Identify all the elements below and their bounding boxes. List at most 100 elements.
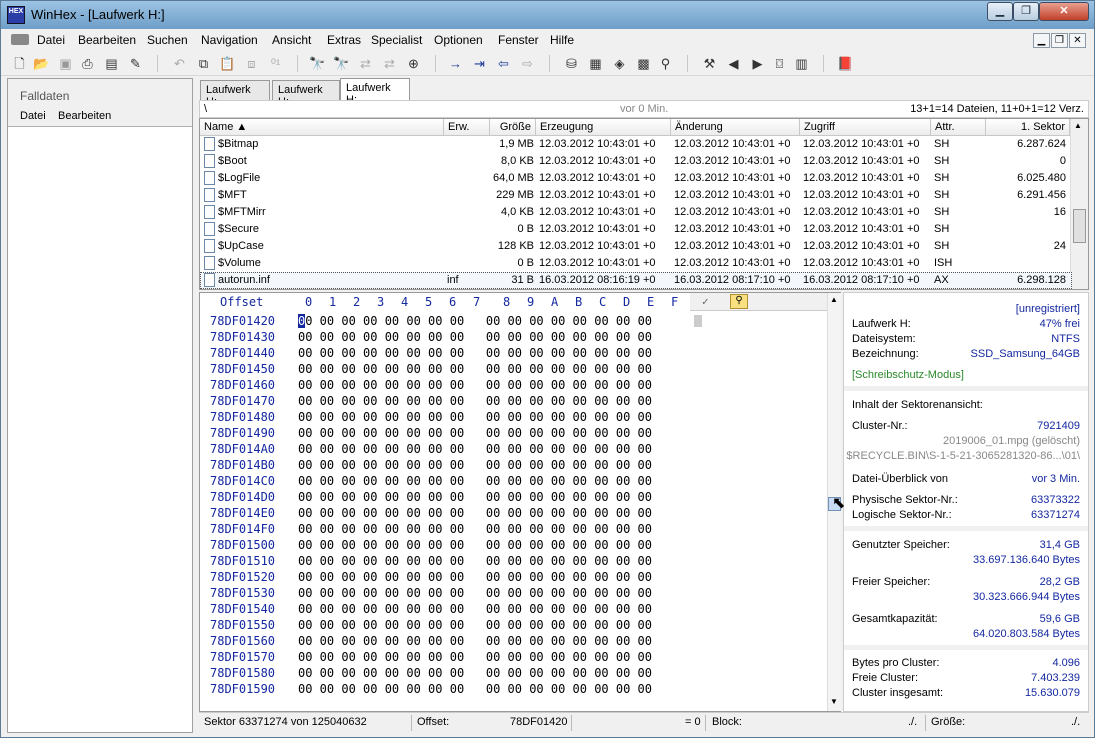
search-icon[interactable]: ⚲ [730, 294, 748, 309]
hex-bytes-row[interactable]: 00 00 00 00 00 00 00 00 00 00 00 00 00 0… [298, 378, 652, 392]
scroll-thumb[interactable] [1073, 209, 1086, 243]
menu-navigation[interactable]: Navigation [201, 33, 258, 47]
file-row[interactable]: autorun.inf inf 31 B 16.03.2012 08:16:19 +0… [200, 272, 1072, 289]
tab-laufwerk-h-2[interactable]: Laufwerk H: [272, 80, 340, 108]
file-row[interactable]: $LogFile 64,0 MB 12.03.2012 10:43:01 +0 12.… [200, 170, 1072, 187]
case-menu-bearbeiten[interactable]: Bearbeiten [58, 110, 111, 122]
hex-bytes-row[interactable]: 00 00 00 00 00 00 00 00 00 00 00 00 00 0… [298, 458, 652, 472]
ram-icon[interactable]: ▦ [587, 55, 604, 72]
hex-bytes-row[interactable]: 00 00 00 00 00 00 00 00 00 00 00 00 00 0… [298, 346, 652, 360]
forward-icon[interactable]: ⇨ [519, 55, 536, 72]
paste-special-icon[interactable]: ⧈ [243, 55, 260, 72]
goto-offset-icon[interactable]: → [447, 55, 464, 72]
hex-bytes-row[interactable]: 00 00 00 00 00 00 00 00 00 00 00 00 00 0… [298, 410, 652, 424]
mdi-minimize-button[interactable]: ▁ [1033, 33, 1050, 48]
hex-bytes-row[interactable]: 00 00 00 00 00 00 00 00 00 00 00 00 00 0… [298, 650, 652, 664]
hex-bytes-row[interactable]: 00 00 00 00 00 00 00 00 00 00 00 00 00 0… [298, 618, 652, 632]
camera-icon[interactable]: ⌼ [771, 55, 788, 72]
calculator-icon[interactable]: ▩ [635, 55, 652, 72]
file-row[interactable]: $MFTMirr 4,0 KB 12.03.2012 10:43:01 +0 12.0… [200, 204, 1072, 221]
hex-bytes-row[interactable]: 00 00 00 00 00 00 00 00 00 00 00 00 00 0… [298, 490, 652, 504]
scroll-down-icon[interactable]: ▼ [830, 697, 838, 706]
hex-bytes-row[interactable]: 00 00 00 00 00 00 00 00 00 00 00 00 00 0… [298, 666, 652, 680]
minimize-button[interactable]: ▁ [987, 2, 1013, 21]
column-ext[interactable]: Erw. [444, 119, 490, 136]
tab-laufwerk-h-active[interactable]: Laufwerk H: [340, 78, 410, 106]
directory-browser-icon[interactable]: ▥ [793, 55, 810, 72]
menu-optionen[interactable]: Optionen [434, 33, 483, 47]
new-file-icon[interactable]: 🗋 [11, 55, 28, 72]
hex-bytes-row[interactable]: 00 00 00 00 00 00 00 00 00 00 00 00 00 0… [298, 522, 652, 536]
previous-icon[interactable]: ◀ [725, 55, 742, 72]
menu-fenster[interactable]: Fenster [498, 33, 539, 47]
menu-extras[interactable]: Extras [327, 33, 361, 47]
next-icon[interactable]: ▶ [749, 55, 766, 72]
find-text-icon[interactable]: 🔭 [309, 55, 326, 72]
hex-bytes-row[interactable]: 00 00 00 00 00 00 00 00 00 00 00 00 00 0… [298, 554, 652, 568]
title-bar[interactable]: HEX WinHex - [Laufwerk H:] ▁ ❐ ✕ [1, 1, 1094, 29]
scroll-up-icon[interactable]: ▲ [830, 295, 838, 304]
undo-icon[interactable]: ↶ [171, 55, 188, 72]
hex-bytes-row[interactable]: 00 00 00 00 00 00 00 00 00 00 00 00 00 0… [298, 330, 652, 344]
menu-bearbeiten[interactable]: Bearbeiten [78, 33, 136, 47]
open-folder-icon[interactable]: 📂 [33, 55, 50, 72]
hex-bytes-row[interactable]: 00 00 00 00 00 00 00 00 00 00 00 00 00 0… [298, 506, 652, 520]
file-row[interactable]: $Volume 0 B 12.03.2012 10:43:01 +0 12.03.20… [200, 255, 1072, 272]
hex-bytes-row[interactable]: 00 00 00 00 00 00 00 00 00 00 00 00 00 0… [298, 442, 652, 456]
search-icon[interactable]: ⚲ [657, 55, 674, 72]
column-accessed[interactable]: Zugriff [800, 119, 931, 136]
column-name[interactable]: Name ▲ [200, 119, 444, 136]
properties-icon[interactable]: ▤ [103, 55, 120, 72]
file-list-scrollbar[interactable]: ▲ [1070, 119, 1088, 289]
back-icon[interactable]: ⇦ [495, 55, 512, 72]
column-size[interactable]: Größe [490, 119, 536, 136]
hex-bytes-row[interactable]: 00 00 00 00 00 00 00 00 00 00 00 00 00 0… [298, 474, 652, 488]
menu-suchen[interactable]: Suchen [147, 33, 188, 47]
menu-specialist[interactable]: Specialist [371, 33, 422, 47]
replace-hex-icon[interactable]: ⇄ [381, 55, 398, 72]
tab-laufwerk-h-1[interactable]: Laufwerk H: [200, 80, 270, 108]
replace-text-icon[interactable]: ⇄ [357, 55, 374, 72]
column-attr[interactable]: Attr. [931, 119, 986, 136]
binary-icon[interactable]: ⁰¹ [267, 55, 284, 72]
case-menu-datei[interactable]: Datei [20, 110, 46, 122]
hex-bytes-row[interactable]: 00 00 00 00 00 00 00 00 00 00 00 00 00 0… [298, 314, 652, 328]
menu-datei[interactable]: Datei [37, 33, 65, 47]
maximize-button[interactable]: ❐ [1013, 2, 1039, 21]
copy-icon[interactable]: ⧉ [195, 55, 212, 72]
file-row[interactable]: $Boot 8,0 KB 12.03.2012 10:43:01 +0 12.03.2… [200, 153, 1072, 170]
mdi-close-button[interactable]: ✕ [1069, 33, 1086, 48]
column-modified[interactable]: Änderung [671, 119, 800, 136]
hex-bytes-row[interactable]: 00 00 00 00 00 00 00 00 00 00 00 00 00 0… [298, 634, 652, 648]
disk-icon[interactable]: ⛁ [563, 55, 580, 72]
file-row[interactable]: $MFT 229 MB 12.03.2012 10:43:01 +0 12.03.20… [200, 187, 1072, 204]
hex-bytes-row[interactable]: 00 00 00 00 00 00 00 00 00 00 00 00 00 0… [298, 570, 652, 584]
file-row[interactable]: $Bitmap 1,9 MB 12.03.2012 10:43:01 +0 12.03… [200, 136, 1072, 153]
help-book-icon[interactable]: 📕 [837, 55, 854, 72]
column-created[interactable]: Erzeugung [536, 119, 671, 136]
hex-bytes-row[interactable]: 00 00 00 00 00 00 00 00 00 00 00 00 00 0… [298, 586, 652, 600]
tools-icon[interactable]: ⚒ [701, 55, 718, 72]
goto-sector-icon[interactable]: ⇥ [471, 55, 488, 72]
column-first-sector[interactable]: 1. Sektor [986, 119, 1070, 136]
find-hex-icon[interactable]: 🔭 [333, 55, 350, 72]
drive-image-icon[interactable]: ◈ [611, 55, 628, 72]
hex-bytes-row[interactable]: 00 00 00 00 00 00 00 00 00 00 00 00 00 0… [298, 682, 652, 696]
edit-icon[interactable]: ✎ [127, 55, 144, 72]
hex-bytes-row[interactable]: 00 00 00 00 00 00 00 00 00 00 00 00 00 0… [298, 602, 652, 616]
file-row[interactable]: $Secure 0 B 12.03.2012 10:43:01 +0 12.03.20… [200, 221, 1072, 238]
menu-ansicht[interactable]: Ansicht [272, 33, 311, 47]
file-row[interactable]: $UpCase 128 KB 12.03.2012 10:43:01 +0 12.03… [200, 238, 1072, 255]
mdi-restore-button[interactable]: ❐ [1051, 33, 1068, 48]
hex-bytes-row[interactable]: 00 00 00 00 00 00 00 00 00 00 00 00 00 0… [298, 426, 652, 440]
hex-bytes-row[interactable]: 00 00 00 00 00 00 00 00 00 00 00 00 00 0… [298, 362, 652, 376]
print-icon[interactable]: ⎙ [79, 55, 96, 72]
scroll-up-icon[interactable]: ▲ [1074, 121, 1082, 130]
save-icon[interactable]: ▣ [57, 55, 74, 72]
paste-icon[interactable]: 📋 [219, 55, 236, 72]
hex-bytes-row[interactable]: 00 00 00 00 00 00 00 00 00 00 00 00 00 0… [298, 394, 652, 408]
menu-hilfe[interactable]: Hilfe [550, 33, 574, 47]
hex-bytes-row[interactable]: 00 00 00 00 00 00 00 00 00 00 00 00 00 0… [298, 538, 652, 552]
hex-editor[interactable]: Offset 0 1 2 3 4 5 6 7 8 9 A B C D E F ✓ ⚲ 78DF01420 00 … [199, 292, 841, 712]
find-next-icon[interactable]: ⊕ [405, 55, 422, 72]
